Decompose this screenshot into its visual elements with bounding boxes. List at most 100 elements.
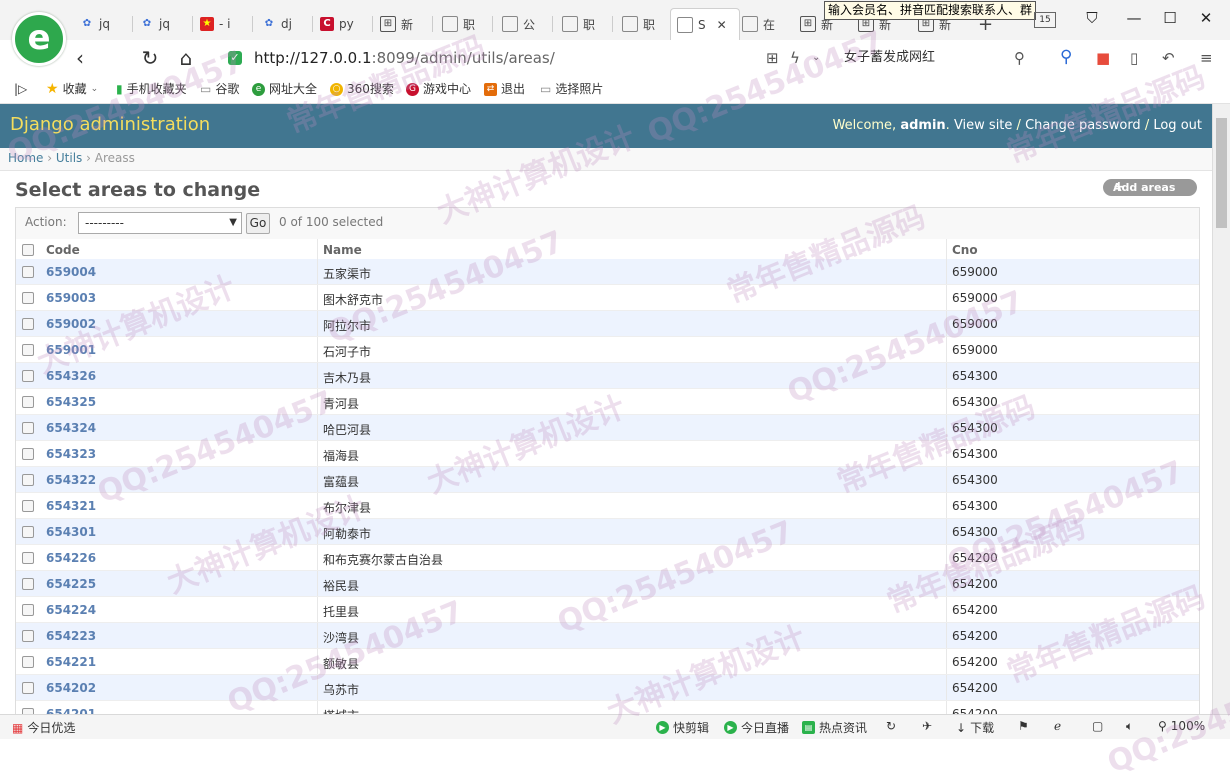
row-checkbox[interactable] <box>22 448 34 460</box>
logout-link[interactable]: Log out <box>1153 118 1202 133</box>
bookmark-item[interactable]: ▮ 手机收藏夹 <box>116 81 187 98</box>
chevron-down-icon[interactable]: ⌄ <box>812 52 820 63</box>
bookmark-item[interactable]: ★ 收藏 ⌄ <box>46 81 98 98</box>
code-link[interactable]: 654322 <box>46 473 96 487</box>
zoom-control[interactable]: ⚲ 100% <box>1158 719 1205 733</box>
code-link[interactable]: 654326 <box>46 369 96 383</box>
search-input[interactable]: 女子蓄发成网红 <box>844 46 1084 70</box>
status-item[interactable]: ▤ 热点资讯 <box>802 719 867 736</box>
browser-tab[interactable]: 职 <box>442 10 475 38</box>
code-link[interactable]: 659001 <box>46 343 96 357</box>
breadcrumb-home[interactable]: Home <box>8 151 43 165</box>
row-checkbox[interactable] <box>22 474 34 486</box>
address-bar[interactable]: ✓ http://127.0.0.1:8099/admin/utils/area… <box>228 44 768 72</box>
close-icon[interactable]: ✕ <box>717 18 727 32</box>
row-checkbox[interactable] <box>22 370 34 382</box>
browser-tab[interactable]: 公 <box>502 10 535 38</box>
status-item[interactable]: ▶ 快剪辑 <box>656 719 709 736</box>
volume-icon[interactable]: 🔈︎ <box>1126 719 1133 734</box>
back-icon[interactable]: ‹ <box>68 46 92 70</box>
select-all-checkbox[interactable] <box>22 244 34 256</box>
code-link[interactable]: 659004 <box>46 265 96 279</box>
row-checkbox[interactable] <box>22 292 34 304</box>
rocket-icon[interactable]: ✈ <box>922 719 932 733</box>
bookmark-item[interactable]: ○ 360搜索 <box>330 81 394 98</box>
lightning-icon[interactable]: ϟ <box>790 49 800 67</box>
qr-code-icon[interactable]: ⊞ <box>766 49 779 67</box>
row-checkbox[interactable] <box>22 578 34 590</box>
code-link[interactable]: 654221 <box>46 655 96 669</box>
home-icon[interactable]: ⌂ <box>174 46 198 70</box>
go-button[interactable]: Go <box>246 213 270 234</box>
browser-tab[interactable]: ★ - i <box>200 10 230 38</box>
code-link[interactable]: 654301 <box>46 525 96 539</box>
code-link[interactable]: 654226 <box>46 551 96 565</box>
code-link[interactable]: 654224 <box>46 603 96 617</box>
row-checkbox[interactable] <box>22 422 34 434</box>
refresh-status-icon[interactable]: ↻ <box>886 719 896 733</box>
bookmark-item[interactable]: e 网址大全 <box>252 81 317 98</box>
window-icon[interactable]: ▢ <box>1092 719 1103 733</box>
minimize-icon[interactable]: — <box>1124 9 1144 27</box>
status-left-item[interactable]: ▦ 今日优选 <box>12 719 75 736</box>
window-close-icon[interactable]: ✕ <box>1196 9 1216 27</box>
row-checkbox[interactable] <box>22 552 34 564</box>
status-item[interactable]: ↓ 下载 <box>956 719 994 736</box>
site-name[interactable]: Django administration <box>10 114 210 135</box>
sidebar-toggle-icon[interactable]: |▷ <box>14 81 27 98</box>
apps-icon[interactable]: ■ <box>1096 49 1110 67</box>
menu-icon[interactable]: ≡ <box>1200 49 1213 67</box>
code-link[interactable]: 654225 <box>46 577 96 591</box>
ie-icon[interactable]: ℯ <box>1054 719 1061 733</box>
browser-logo-icon[interactable]: e <box>12 12 66 66</box>
column-header-cno[interactable]: Cno <box>952 243 978 257</box>
row-checkbox[interactable] <box>22 682 34 694</box>
tablet-icon[interactable]: ▯ <box>1130 49 1138 67</box>
browser-tab[interactable]: 职 <box>622 10 655 38</box>
browser-tab[interactable]: 职 <box>562 10 595 38</box>
shirt-icon[interactable]: ⛉ <box>1082 9 1102 27</box>
code-link[interactable]: 659003 <box>46 291 96 305</box>
change-password-link[interactable]: Change password <box>1025 118 1141 133</box>
code-link[interactable]: 654325 <box>46 395 96 409</box>
code-link[interactable]: 654202 <box>46 681 96 695</box>
code-link[interactable]: 654323 <box>46 447 96 461</box>
search-small-icon[interactable]: ⚲ <box>1014 49 1025 67</box>
row-checkbox[interactable] <box>22 656 34 668</box>
row-checkbox[interactable] <box>22 344 34 356</box>
code-link[interactable]: 654324 <box>46 421 96 435</box>
code-link[interactable]: 654223 <box>46 629 96 643</box>
row-checkbox[interactable] <box>22 604 34 616</box>
view-site-link[interactable]: View site <box>954 118 1012 133</box>
status-item[interactable]: ▶ 今日直播 <box>724 719 789 736</box>
refresh-icon[interactable]: ↻ <box>138 46 162 70</box>
flag-icon[interactable]: ⚑ <box>1018 719 1029 733</box>
bookmark-item[interactable]: G 游戏中心 <box>406 81 471 98</box>
row-checkbox[interactable] <box>22 526 34 538</box>
row-checkbox[interactable] <box>22 500 34 512</box>
scrollbar-thumb[interactable] <box>1216 118 1227 228</box>
code-link[interactable]: 654321 <box>46 499 96 513</box>
browser-tab[interactable]: ✿ jq <box>80 10 110 38</box>
browser-tab[interactable]: ⊞ 新 <box>380 10 413 38</box>
action-select[interactable]: --------- ▼ <box>78 212 242 234</box>
bookmark-item[interactable]: ▭ 谷歌 <box>200 81 239 98</box>
browser-tab[interactable]: Cpy <box>320 10 354 38</box>
browser-tab[interactable]: 在 <box>742 10 775 38</box>
row-checkbox[interactable] <box>22 396 34 408</box>
maximize-icon[interactable]: ☐ <box>1160 9 1180 27</box>
browser-tab[interactable]: ✿ jq <box>140 10 170 38</box>
row-checkbox[interactable] <box>22 266 34 278</box>
search-icon[interactable]: ⚲ <box>1060 47 1072 67</box>
row-checkbox[interactable] <box>22 318 34 330</box>
browser-tab[interactable]: ✿ dj <box>262 10 292 38</box>
bookmark-item[interactable]: ▭ 选择照片 <box>540 81 603 98</box>
tab-count-badge[interactable]: 15 <box>1034 12 1056 28</box>
add-areas-button[interactable]: Add areas + <box>1103 179 1197 196</box>
bookmark-item[interactable]: ⇄ 退出 <box>484 81 525 98</box>
column-header-name[interactable]: Name <box>323 243 362 257</box>
breadcrumb-app[interactable]: Utils <box>56 151 82 165</box>
undo-icon[interactable]: ↶ <box>1162 49 1175 67</box>
code-link[interactable]: 659002 <box>46 317 96 331</box>
column-header-code[interactable]: Code <box>46 243 80 257</box>
